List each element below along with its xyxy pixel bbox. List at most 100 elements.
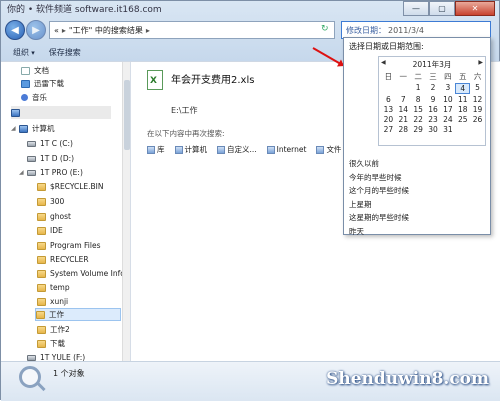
sidebar-item-system-volume-info[interactable]: System Volume Info [37,267,125,280]
sidebar-item-program-files[interactable]: Program Files [37,239,101,252]
folder-icon [217,145,225,154]
search-again-computer[interactable]: 计算机 [174,144,207,155]
calendar-day[interactable]: 20 [381,115,396,124]
calendar-weekday: 六 [473,72,482,81]
calendar-day[interactable]: 25 [455,115,470,124]
navigation-pane: 文档 迅雷下载 音乐 ◢ 计算机 1T C (C:) 1T D (D:) ◢ 1T … [1,62,131,362]
organize-button[interactable]: 组织 [13,47,35,58]
computer-icon [174,145,183,154]
option-yesterday[interactable]: 昨天 [349,225,409,239]
sidebar-item-recycle-bin[interactable]: $RECYCLE.BIN [37,180,104,193]
calendar-day[interactable]: 18 [455,105,470,114]
folder-icon [36,310,45,319]
sidebar-item-drive-c[interactable]: 1T C (C:) [27,137,73,150]
sidebar-item-ghost[interactable]: ghost [37,210,71,223]
result-file-name[interactable]: 年会开支费用2.xls [171,71,254,86]
sidebar-item-drive-d[interactable]: 1T D (D:) [27,152,74,165]
sidebar-item-downloads[interactable]: 下载 [37,337,65,350]
sidebar-item-xunji[interactable]: xunji [37,295,68,308]
calendar-day-selected[interactable]: 4 [455,83,471,94]
calendar-day[interactable]: 8 [411,95,426,104]
folder-icon [37,255,46,264]
date-filter-title: 选择日期或日期范围: [349,42,424,51]
option-earlier-this-year[interactable]: 今年的早些时候 [349,171,409,185]
option-last-week[interactable]: 上星期 [349,198,409,212]
calendar-day[interactable]: 10 [440,95,455,104]
search-again-custom[interactable]: 自定义... [217,144,257,155]
sidebar-item-recycler[interactable]: RECYCLER [37,253,89,266]
sidebar-item-ide[interactable]: IDE [37,224,63,237]
sidebar-item-user[interactable] [11,106,111,119]
sidebar-item-work[interactable]: 工作 [35,308,121,321]
address-bar[interactable]: « ▸ "工作" 中的搜索结果 ▸ [49,21,335,39]
calendar-day[interactable]: 21 [396,115,411,124]
collapse-icon[interactable]: ◢ [11,125,19,132]
sidebar-item-temp[interactable]: temp [37,281,70,294]
calendar-next-icon[interactable]: ▶ [478,59,483,66]
refresh-icon[interactable]: ↻ [321,24,329,34]
maximize-button[interactable]: ▢ [429,1,455,16]
option-earlier-this-week[interactable]: 这星期的早些时候 [349,211,409,225]
library-icon [147,145,155,154]
calendar-day[interactable]: 29 [411,125,426,134]
calendar-day[interactable]: 1 [411,83,426,94]
calendar-blank-cell [381,83,396,94]
calendar-day[interactable]: 19 [470,105,485,114]
forward-button[interactable]: ▶ [26,20,46,40]
result-file-path: E:\工作 [171,106,198,115]
calendar-day[interactable]: 26 [470,115,485,124]
back-button[interactable]: ◀ [5,20,25,40]
calendar-weekday: 四 [444,72,452,81]
music-icon [21,94,28,101]
calendar-blank-cell [455,125,470,134]
calendar-day[interactable]: 2 [426,83,441,94]
calendar-day[interactable]: 16 [426,105,441,114]
sidebar-item-documents[interactable]: 文档 [21,64,49,77]
sidebar-item-music[interactable]: 音乐 [21,91,47,104]
option-long-ago[interactable]: 很久以前 [349,157,409,171]
sidebar-item-work2[interactable]: 工作2 [37,323,70,336]
calendar-day[interactable]: 9 [426,95,441,104]
search-icon [19,366,41,388]
calendar-day[interactable]: 5 [470,83,485,94]
calendar-day[interactable]: 11 [455,95,470,104]
collapse-icon[interactable]: ◢ [19,169,27,176]
save-search-button[interactable]: 保存搜索 [49,47,81,58]
globe-icon [266,145,275,154]
calendar-weekday: 三 [429,72,437,81]
sidebar-item-300[interactable]: 300 [37,195,64,208]
computer-icon [19,124,28,133]
calendar-day[interactable]: 30 [426,125,441,134]
minimize-button[interactable]: — [403,1,429,16]
calendar-day[interactable]: 3 [440,83,455,94]
close-button[interactable]: ✕ [455,1,495,16]
sidebar-item-computer[interactable]: ◢ 计算机 [11,122,55,135]
sidebar-item-thunder-downloads[interactable]: 迅雷下载 [21,77,64,90]
calendar-day[interactable]: 17 [440,105,455,114]
sidebar-scrollbar[interactable] [122,62,130,362]
excel-file-icon[interactable] [147,70,163,90]
folder-icon [37,197,46,206]
calendar-day[interactable]: 7 [396,95,411,104]
sidebar-item-drive-e[interactable]: ◢ 1T PRO (E:) [19,166,83,179]
calendar-day[interactable]: 6 [381,95,396,104]
calendar-day[interactable]: 23 [426,115,441,124]
folder-icon [37,269,46,278]
calendar-day[interactable]: 15 [411,105,426,114]
calendar-day[interactable]: 24 [440,115,455,124]
calendar-day[interactable]: 27 [381,125,396,134]
calendar-day[interactable]: 12 [470,95,485,104]
option-earlier-this-month[interactable]: 这个月的早些时候 [349,184,409,198]
calendar-day[interactable]: 13 [381,105,396,114]
search-again-internet[interactable]: Internet [266,144,306,155]
calendar-day[interactable]: 22 [411,115,426,124]
calendar-grid: 日一二三四五六 1 2 3 4 5 6 7 8 9 10 11 12 13 14 15 16 17 18 19 20 21… [381,71,485,134]
calendar-month[interactable]: 2011年3月 [379,59,485,70]
calendar-day[interactable]: 14 [396,105,411,114]
calendar-day[interactable]: 31 [440,125,455,134]
calendar-day[interactable]: 28 [396,125,411,134]
search-again-file-contents[interactable]: 文件 [316,144,341,155]
scrollbar-thumb[interactable] [124,80,130,150]
search-again-libraries[interactable]: 库 [147,144,165,155]
address-overflow: « [54,25,59,35]
